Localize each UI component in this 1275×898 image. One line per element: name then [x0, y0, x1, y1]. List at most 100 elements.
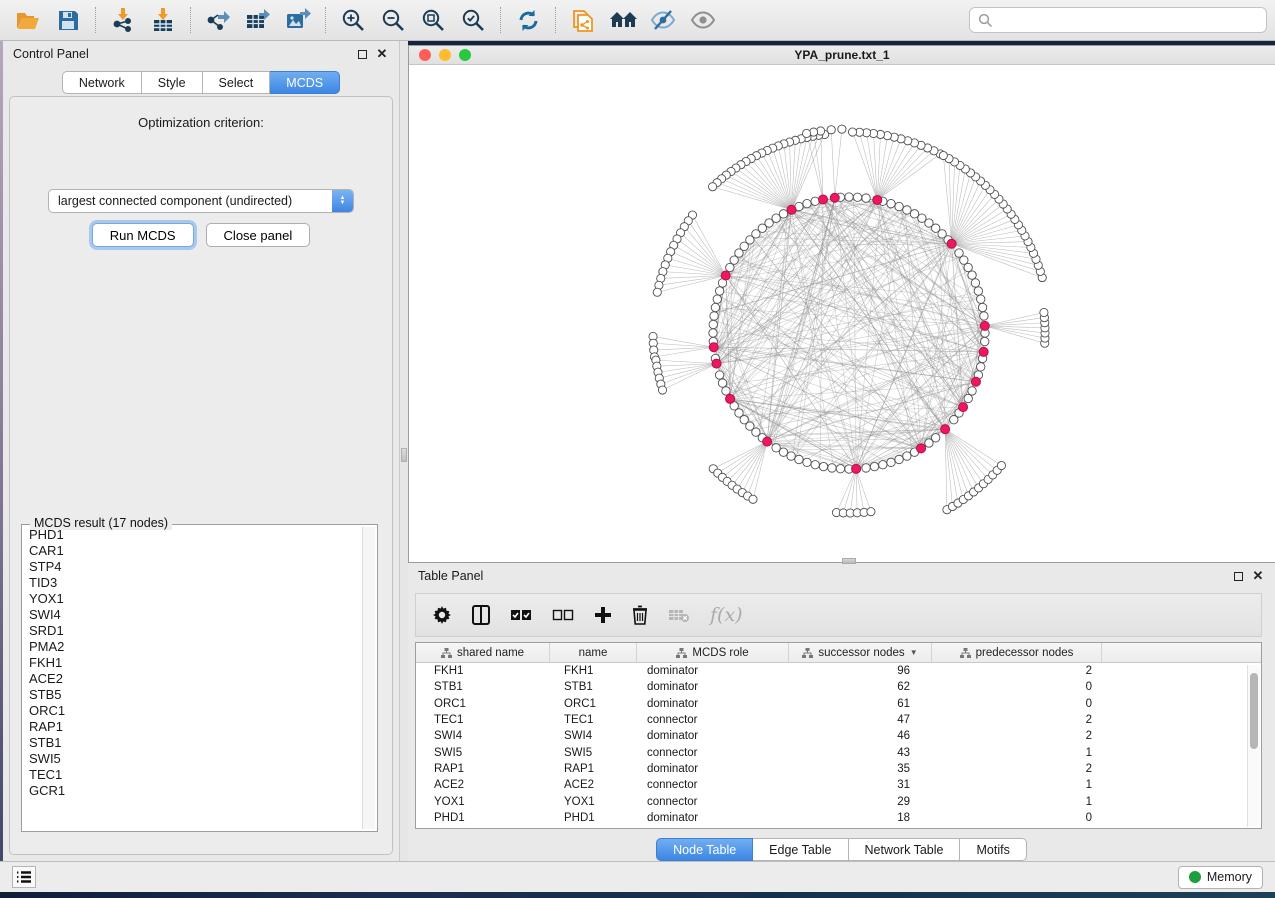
table-panel: Table Panel ✕ f(x) shared namenameMCDS r…	[408, 563, 1275, 861]
result-item-tid3[interactable]: TID3	[24, 575, 361, 591]
org-chart-icon	[676, 648, 687, 658]
result-list-scrollbar[interactable]	[362, 527, 375, 829]
close-table-panel-icon[interactable]: ✕	[1251, 569, 1265, 583]
table-row-yox1[interactable]: YOX1YOX1connector291	[416, 793, 1261, 809]
export-network-icon[interactable]	[201, 5, 235, 35]
column-layout-icon[interactable]	[472, 602, 490, 628]
table-row-swi4[interactable]: SWI4SWI4dominator462	[416, 728, 1261, 744]
org-chart-icon	[441, 648, 452, 658]
tab-motifs[interactable]: Motifs	[960, 838, 1026, 861]
duplicate-network-icon[interactable]	[566, 5, 600, 35]
table-row-rap1[interactable]: RAP1RAP1dominator352	[416, 761, 1261, 777]
cell-mcds-role: dominator	[637, 812, 789, 824]
column-header-name[interactable]: name	[550, 643, 637, 662]
result-item-swi4[interactable]: SWI4	[24, 607, 361, 623]
result-item-yox1[interactable]: YOX1	[24, 591, 361, 607]
export-image-icon[interactable]	[281, 5, 315, 35]
import-table-icon[interactable]	[146, 5, 180, 35]
show-all-icon[interactable]	[686, 5, 720, 35]
desktop-bottom-strip	[0, 892, 1275, 898]
result-item-phd1[interactable]: PHD1	[24, 527, 361, 543]
org-chart-icon	[960, 648, 971, 658]
search-input[interactable]	[993, 13, 1258, 27]
cell-successor-nodes: 31	[789, 779, 932, 791]
result-item-srd1[interactable]: SRD1	[24, 623, 361, 639]
deselect-all-icon[interactable]	[552, 602, 574, 628]
tab-select[interactable]: Select	[203, 71, 271, 94]
control-panel-header: Control Panel ✕	[3, 41, 399, 67]
refresh-icon[interactable]	[511, 5, 545, 35]
table-panel-tabs: Node TableEdge TableNetwork TableMotifs	[408, 838, 1275, 861]
result-item-stp4[interactable]: STP4	[24, 559, 361, 575]
select-all-icon[interactable]	[510, 602, 532, 628]
cell-successor-nodes: 96	[789, 665, 932, 677]
splitter-grip[interactable]	[401, 448, 407, 462]
criterion-value: largest connected component (undirected)	[49, 194, 332, 208]
mcds-result-list[interactable]: PHD1CAR1STP4TID3YOX1SWI4SRD1PMA2FKH1ACE2…	[24, 527, 361, 829]
close-panel-button[interactable]: Close panel	[206, 223, 311, 247]
table-row-fkh1[interactable]: FKH1FKH1dominator962	[416, 663, 1261, 679]
table-row-orc1[interactable]: ORC1ORC1dominator610	[416, 696, 1261, 712]
search-box[interactable]	[969, 7, 1267, 33]
task-history-icon[interactable]	[12, 866, 36, 888]
main-toolbar	[0, 0, 1275, 41]
tab-edge-table[interactable]: Edge Table	[753, 838, 848, 861]
result-item-ace2[interactable]: ACE2	[24, 671, 361, 687]
zoom-out-icon[interactable]	[376, 5, 410, 35]
optimization-criterion-label: Optimization criterion:	[10, 115, 392, 130]
column-header-shared-name[interactable]: shared name	[416, 643, 550, 662]
table-row-stb1[interactable]: STB1STB1dominator620	[416, 679, 1261, 695]
first-neighbors-icon[interactable]	[606, 5, 640, 35]
column-header-predecessor-nodes[interactable]: predecessor nodes	[932, 643, 1102, 662]
table-row-tec1[interactable]: TEC1TEC1connector472	[416, 712, 1261, 728]
zoom-selected-icon[interactable]	[456, 5, 490, 35]
tab-node-table[interactable]: Node Table	[656, 838, 753, 861]
result-item-stb5[interactable]: STB5	[24, 687, 361, 703]
result-item-orc1[interactable]: ORC1	[24, 703, 361, 719]
result-item-gcr1[interactable]: GCR1	[24, 783, 361, 799]
float-panel-icon[interactable]	[355, 47, 369, 61]
result-item-fkh1[interactable]: FKH1	[24, 655, 361, 671]
tab-network-table[interactable]: Network Table	[849, 838, 961, 861]
table-scrollbar[interactable]	[1247, 665, 1260, 827]
network-graph[interactable]	[409, 65, 1274, 562]
result-item-swi5[interactable]: SWI5	[24, 751, 361, 767]
tab-network[interactable]: Network	[62, 71, 142, 94]
zoom-fit-icon[interactable]	[416, 5, 450, 35]
memory-button[interactable]: Memory	[1178, 866, 1263, 889]
export-table-icon[interactable]	[241, 5, 275, 35]
network-canvas[interactable]	[409, 65, 1275, 562]
column-header-successor-nodes[interactable]: successor nodes▼	[789, 643, 932, 662]
criterion-dropdown[interactable]: largest connected component (undirected)…	[48, 189, 354, 213]
hide-selected-icon[interactable]	[646, 5, 680, 35]
close-panel-icon[interactable]: ✕	[375, 47, 389, 61]
vertical-splitter[interactable]	[400, 41, 408, 861]
tab-mcds[interactable]: MCDS	[270, 71, 340, 94]
open-folder-icon[interactable]	[11, 5, 45, 35]
result-item-car1[interactable]: CAR1	[24, 543, 361, 559]
import-network-icon[interactable]	[106, 5, 140, 35]
run-mcds-button[interactable]: Run MCDS	[92, 223, 194, 247]
float-table-panel-icon[interactable]	[1231, 569, 1245, 583]
result-item-tec1[interactable]: TEC1	[24, 767, 361, 783]
result-item-stb1[interactable]: STB1	[24, 735, 361, 751]
table-scrollbar-thumb[interactable]	[1250, 673, 1258, 749]
horizontal-splitter-grip[interactable]	[842, 558, 856, 564]
tab-style[interactable]: Style	[142, 71, 203, 94]
node-table[interactable]: shared namenameMCDS rolesuccessor nodes▼…	[415, 642, 1262, 829]
toolbar-separator	[190, 7, 191, 33]
result-item-rap1[interactable]: RAP1	[24, 719, 361, 735]
result-item-pma2[interactable]: PMA2	[24, 639, 361, 655]
add-column-icon[interactable]	[594, 602, 612, 628]
network-window-titlebar[interactable]: YPA_prune.txt_1	[409, 46, 1275, 65]
cell-name: FKH1	[550, 665, 637, 677]
cell-mcds-role: connector	[637, 747, 789, 759]
table-row-swi5[interactable]: SWI5SWI5connector431	[416, 744, 1261, 760]
zoom-in-icon[interactable]	[336, 5, 370, 35]
settings-gear-icon[interactable]	[432, 602, 452, 628]
save-icon[interactable]	[51, 5, 85, 35]
table-row-ace2[interactable]: ACE2ACE2connector311	[416, 777, 1261, 793]
table-row-phd1[interactable]: PHD1PHD1dominator180	[416, 810, 1261, 826]
delete-column-icon[interactable]	[632, 602, 648, 628]
column-header-mcds-role[interactable]: MCDS role	[637, 643, 789, 662]
